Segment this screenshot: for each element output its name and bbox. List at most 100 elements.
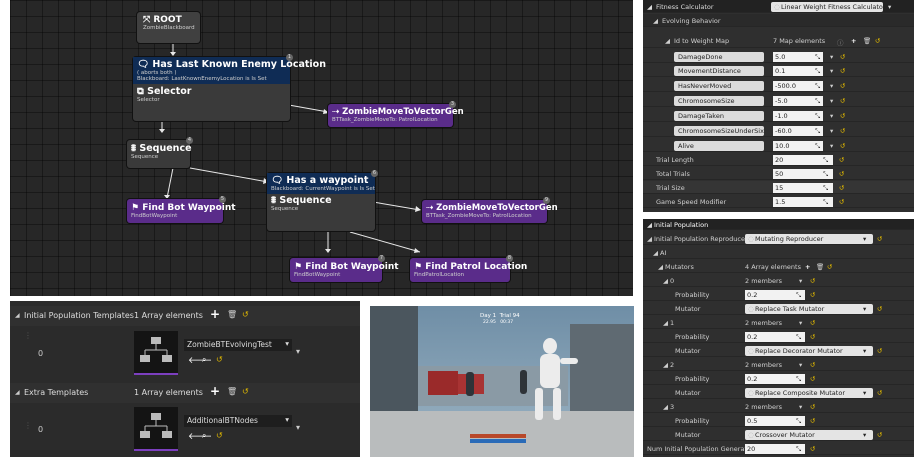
browse-search-icon[interactable]: ⌕ [202, 355, 206, 365]
drag-arrows-icon[interactable]: ⤡ [815, 97, 820, 106]
behavior-tree-graph[interactable]: ⤧ ROOT ZombieBlackboard 1 🗨 Has Last Kno… [10, 0, 633, 296]
trash-icon[interactable]: 🗑 [227, 387, 237, 396]
map-key-field[interactable]: Alive [674, 141, 764, 151]
reset-arrow-icon[interactable]: ↺ [840, 97, 845, 105]
template-asset-dropdown[interactable]: AdditionalBTNodes ▾ [184, 415, 292, 427]
chevron-down-icon[interactable]: ▾ [830, 67, 833, 75]
find-bot-waypoint-node-2[interactable]: 7 ⚑ Find Bot Waypoint FindBotWaypoint [290, 255, 399, 282]
game-viewport[interactable]: Day 1 Trial 94 22.95 00:37 [370, 306, 634, 457]
reset-arrow-icon[interactable]: ↺ [877, 389, 882, 397]
behavior-tree-thumbnail[interactable] [134, 407, 178, 451]
reset-arrow-icon[interactable]: ↺ [877, 235, 882, 243]
reset-arrow-icon[interactable]: ↺ [216, 355, 223, 364]
browse-search-icon[interactable]: ⌕ [202, 431, 206, 441]
expand-arrow-icon[interactable]: ◢ [663, 403, 668, 411]
mutator-dropdown[interactable]: ◌ Replace Decorator Mutator ▾ [745, 346, 873, 356]
drag-arrows-icon[interactable]: ⤡ [796, 333, 801, 342]
reset-arrow-icon[interactable]: ↺ [839, 184, 844, 192]
reset-arrow-icon[interactable]: ↺ [242, 310, 249, 319]
drag-arrows-icon[interactable]: ⤡ [823, 198, 828, 207]
map-key-field[interactable]: ChromosomeSize [674, 96, 764, 106]
sequence-node-1[interactable]: 4 ⩩ Sequence Sequence [127, 137, 193, 168]
mutator-dropdown[interactable]: ◌ Replace Task Mutator ▾ [745, 304, 873, 314]
reset-arrow-icon[interactable]: ↺ [840, 142, 845, 150]
expand-arrow-icon[interactable]: ◢ [658, 263, 663, 271]
move-to-vector-node-1[interactable]: 3 ⇢ ZombieMoveToVectorGen BTTask_ZombieM… [328, 101, 464, 127]
map-key-field[interactable]: HasNeverMoved [674, 81, 764, 91]
decorator-has-last-known-enemy[interactable]: 🗨 Has Last Known Enemy Location ( aborts… [133, 57, 326, 84]
chevron-down-icon[interactable]: ▾ [830, 97, 833, 105]
drag-arrows-icon[interactable]: ⤡ [815, 112, 820, 121]
add-element-icon[interactable]: + [210, 384, 220, 398]
expand-arrow-icon[interactable]: ◢ [663, 277, 668, 285]
reset-arrow-icon[interactable]: ↺ [840, 112, 845, 120]
add-element-icon[interactable]: + [210, 307, 220, 321]
reset-arrow-icon[interactable]: ↺ [827, 263, 832, 271]
reset-arrow-icon[interactable]: ↺ [840, 82, 845, 90]
expand-arrow-icon[interactable]: ◢ [15, 312, 20, 319]
reset-arrow-icon[interactable]: ↺ [810, 277, 815, 285]
drag-arrows-icon[interactable]: ⤡ [815, 53, 820, 62]
reset-arrow-icon[interactable]: ↺ [875, 37, 880, 45]
reset-arrow-icon[interactable]: ↺ [810, 417, 815, 425]
reset-arrow-icon[interactable]: ↺ [216, 431, 223, 440]
chevron-down-icon[interactable]: ▾ [830, 127, 833, 135]
expand-arrow-icon[interactable]: ◢ [653, 17, 658, 25]
reset-arrow-icon[interactable]: ↺ [839, 156, 844, 164]
reset-arrow-icon[interactable]: ↺ [810, 333, 815, 341]
reset-arrow-icon[interactable]: ↺ [810, 291, 815, 299]
reset-arrow-icon[interactable]: ↺ [840, 67, 845, 75]
add-element-icon[interactable]: + [805, 263, 810, 271]
drag-arrows-icon[interactable]: ⤡ [823, 170, 828, 179]
reset-arrow-icon[interactable]: ↺ [840, 53, 845, 61]
expand-arrow-icon[interactable]: ◢ [15, 389, 20, 396]
use-selected-arrow-icon[interactable]: 🡐 [188, 355, 212, 366]
reset-arrow-icon[interactable]: ↺ [839, 170, 844, 178]
drag-arrows-icon[interactable]: ⤡ [796, 291, 801, 300]
expand-arrow-icon[interactable]: ◢ [663, 361, 668, 369]
chevron-down-icon[interactable]: ▾ [799, 277, 802, 285]
template-asset-dropdown[interactable]: ZombieBTEvolvingTest ▾ [184, 339, 292, 351]
add-element-icon[interactable]: + [851, 37, 856, 45]
fitness-calculator-dropdown[interactable]: ◌ Linear Weight Fitness Calculator [771, 2, 886, 12]
chevron-down-icon[interactable]: ▾ [799, 403, 802, 411]
expand-arrow-icon[interactable]: ◢ [665, 37, 670, 45]
reset-arrow-icon[interactable]: ↺ [810, 319, 815, 327]
reset-arrow-icon[interactable]: ↺ [810, 375, 815, 383]
sequence-node-2[interactable]: 6 🗨 Has a waypoint Blackboard: CurrentWa… [267, 170, 378, 231]
drag-arrows-icon[interactable]: ⤡ [815, 127, 820, 136]
chevron-down-icon[interactable]: ▾ [830, 112, 833, 120]
chevron-down-icon[interactable]: ▾ [830, 53, 833, 61]
trash-icon[interactable]: 🗑 [816, 263, 824, 271]
map-key-field[interactable]: DamageTaken [674, 111, 764, 121]
expand-arrow-icon[interactable]: ◢ [653, 249, 658, 257]
selector-node[interactable]: 1 🗨 Has Last Known Enemy Location ( abor… [133, 54, 326, 121]
drag-handle-icon[interactable]: ⋮ [24, 331, 32, 340]
drag-arrows-icon[interactable]: ⤡ [796, 445, 801, 454]
use-selected-arrow-icon[interactable]: 🡐 [188, 431, 212, 442]
drag-handle-icon[interactable]: ⋮ [24, 421, 32, 430]
chevron-down-icon[interactable]: ▾ [799, 319, 802, 327]
expand-arrow-icon[interactable]: ◢ [663, 319, 668, 327]
trash-icon[interactable]: 🗑 [863, 37, 871, 45]
drag-arrows-icon[interactable]: ⤡ [823, 184, 828, 193]
drag-arrows-icon[interactable]: ⤡ [815, 82, 820, 91]
reproducer-dropdown[interactable]: ◌ Mutating Reproducer ▾ [745, 234, 873, 244]
info-icon[interactable]: ⓘ [837, 37, 844, 47]
reset-arrow-icon[interactable]: ↺ [840, 127, 845, 135]
reset-arrow-icon[interactable]: ↺ [877, 347, 882, 355]
chevron-down-icon[interactable]: ▾ [830, 82, 833, 90]
mutator-dropdown[interactable]: ◌ Replace Composite Mutator ▾ [745, 388, 873, 398]
drag-arrows-icon[interactable]: ⤡ [815, 67, 820, 76]
reset-arrow-icon[interactable]: ↺ [810, 361, 815, 369]
map-key-field[interactable]: MovementDistance [674, 66, 764, 76]
reset-arrow-icon[interactable]: ↺ [877, 431, 882, 439]
find-patrol-location-node[interactable]: 8 ⚑ Find Patrol Location FindPatrolLocat… [410, 255, 527, 282]
mutator-dropdown[interactable]: ◌ Crossover Mutator ▾ [745, 430, 873, 440]
expand-arrow-icon[interactable]: ◢ [647, 3, 652, 11]
drag-arrows-icon[interactable]: ⤡ [815, 142, 820, 151]
move-to-vector-node-2[interactable]: 9 ⇢ ZombieMoveToVectorGen BTTask_ZombieM… [422, 197, 558, 223]
map-key-field[interactable]: DamageDone [674, 52, 764, 62]
drag-arrows-icon[interactable]: ⤡ [823, 156, 828, 165]
trash-icon[interactable]: 🗑 [227, 310, 237, 319]
